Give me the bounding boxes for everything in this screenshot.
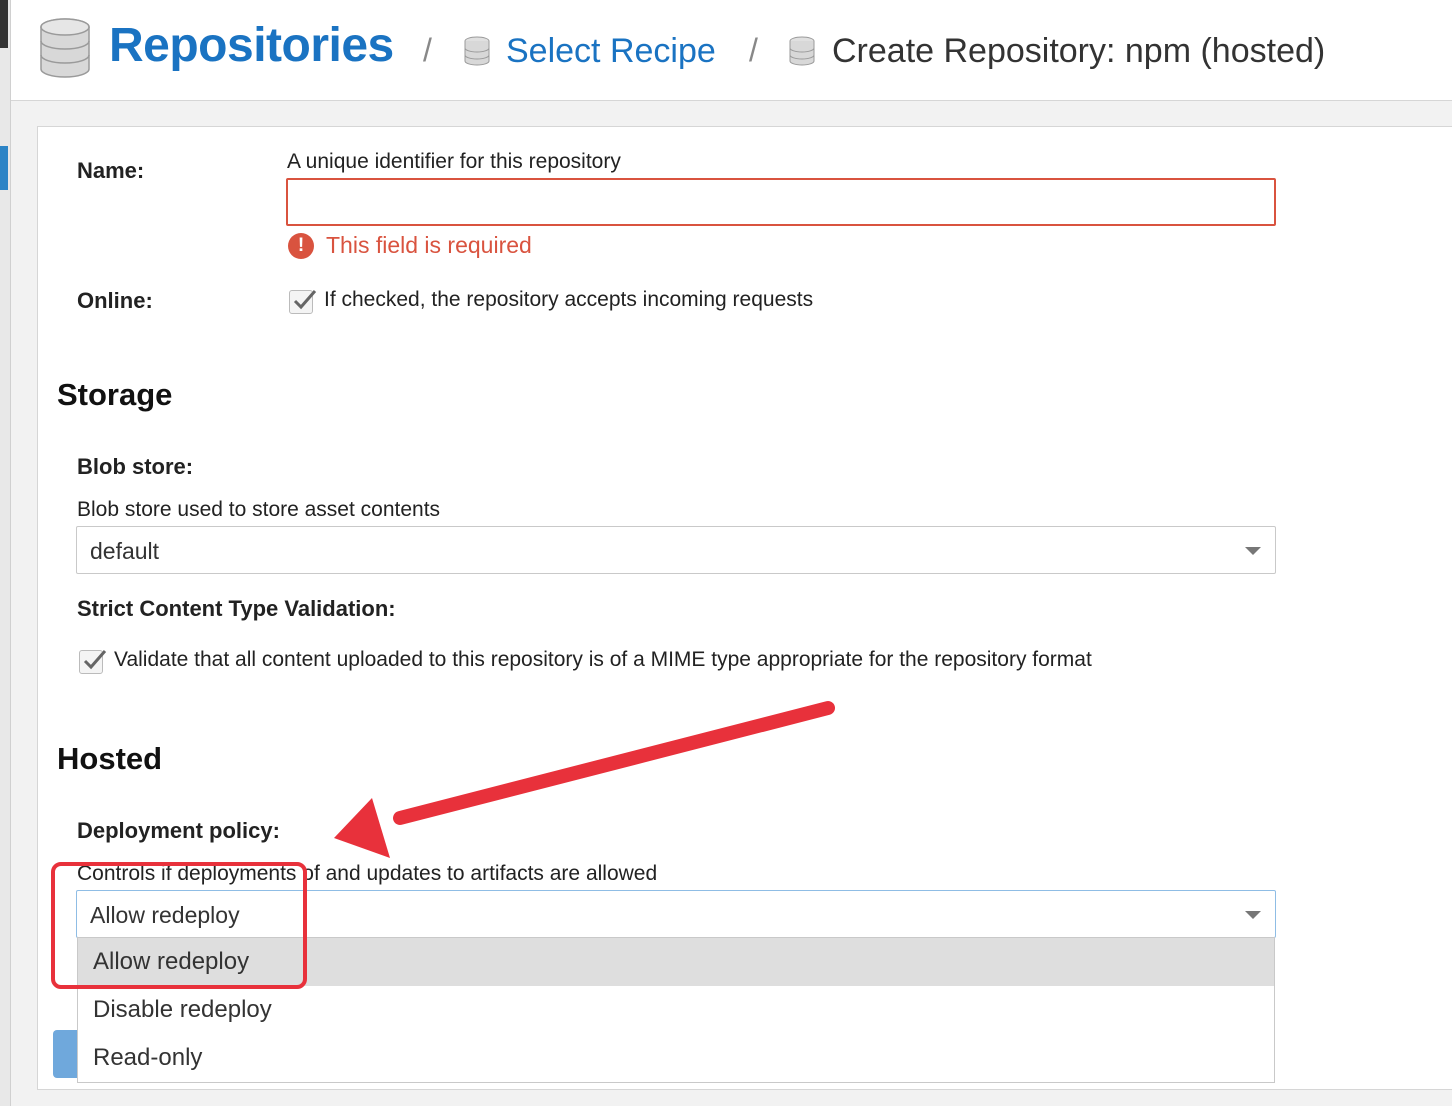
online-checkbox[interactable] <box>289 290 317 314</box>
name-error-text: This field is required <box>326 232 532 258</box>
online-help: If checked, the repository accepts incom… <box>324 288 814 311</box>
chevron-down-icon <box>1245 547 1261 555</box>
dropdown-option-allow-redeploy[interactable]: Allow redeploy <box>78 938 1274 986</box>
nav-strip-active-indicator <box>0 146 8 190</box>
blob-store-label: Blob store: <box>77 454 194 479</box>
online-label: Online: <box>77 288 153 313</box>
deployment-policy-label: Deployment policy: <box>77 818 280 843</box>
hosted-section-title: Hosted <box>57 741 163 776</box>
dropdown-option-read-only[interactable]: Read-only <box>78 1034 1274 1082</box>
strict-content-help: Validate that all content uploaded to th… <box>114 648 1092 671</box>
database-icon <box>40 18 90 78</box>
name-error: ! This field is required <box>288 232 532 259</box>
chevron-down-icon <box>1245 911 1261 919</box>
database-icon <box>789 36 815 66</box>
dropdown-option-disable-redeploy[interactable]: Disable redeploy <box>78 986 1274 1034</box>
strict-content-label: Strict Content Type Validation: <box>77 596 396 621</box>
deployment-policy-dropdown: Allow redeploy Disable redeploy Read-onl… <box>77 937 1275 1083</box>
breadcrumb-current: Create Repository: npm (hosted) <box>832 32 1326 70</box>
storage-section-title: Storage <box>57 377 173 412</box>
blob-store-select[interactable]: default <box>76 526 1276 574</box>
name-input[interactable] <box>286 178 1276 226</box>
strict-content-checkbox[interactable] <box>79 650 107 674</box>
deployment-policy-help: Controls if deployments of and updates t… <box>77 862 658 885</box>
deployment-policy-select[interactable]: Allow redeploy <box>76 890 1276 938</box>
deployment-policy-value: Allow redeploy <box>90 902 240 928</box>
blob-store-value: default <box>90 538 160 564</box>
checkmark-icon <box>293 290 317 310</box>
error-icon: ! <box>288 232 314 259</box>
checkmark-icon <box>83 650 107 670</box>
breadcrumb-select-recipe[interactable]: Select Recipe <box>506 32 716 71</box>
breadcrumb-separator: / <box>749 32 758 68</box>
name-help: A unique identifier for this repository <box>287 150 621 173</box>
name-label: Name: <box>77 158 145 183</box>
breadcrumb-root[interactable]: Repositories <box>109 18 394 73</box>
page-header: Repositories / Select Recipe / Create Re… <box>11 0 1452 101</box>
blob-store-help: Blob store used to store asset contents <box>77 498 441 521</box>
nav-strip-top <box>0 0 8 48</box>
database-icon <box>464 36 490 66</box>
left-nav-strip <box>0 0 11 1106</box>
breadcrumb-separator: / <box>423 32 432 68</box>
